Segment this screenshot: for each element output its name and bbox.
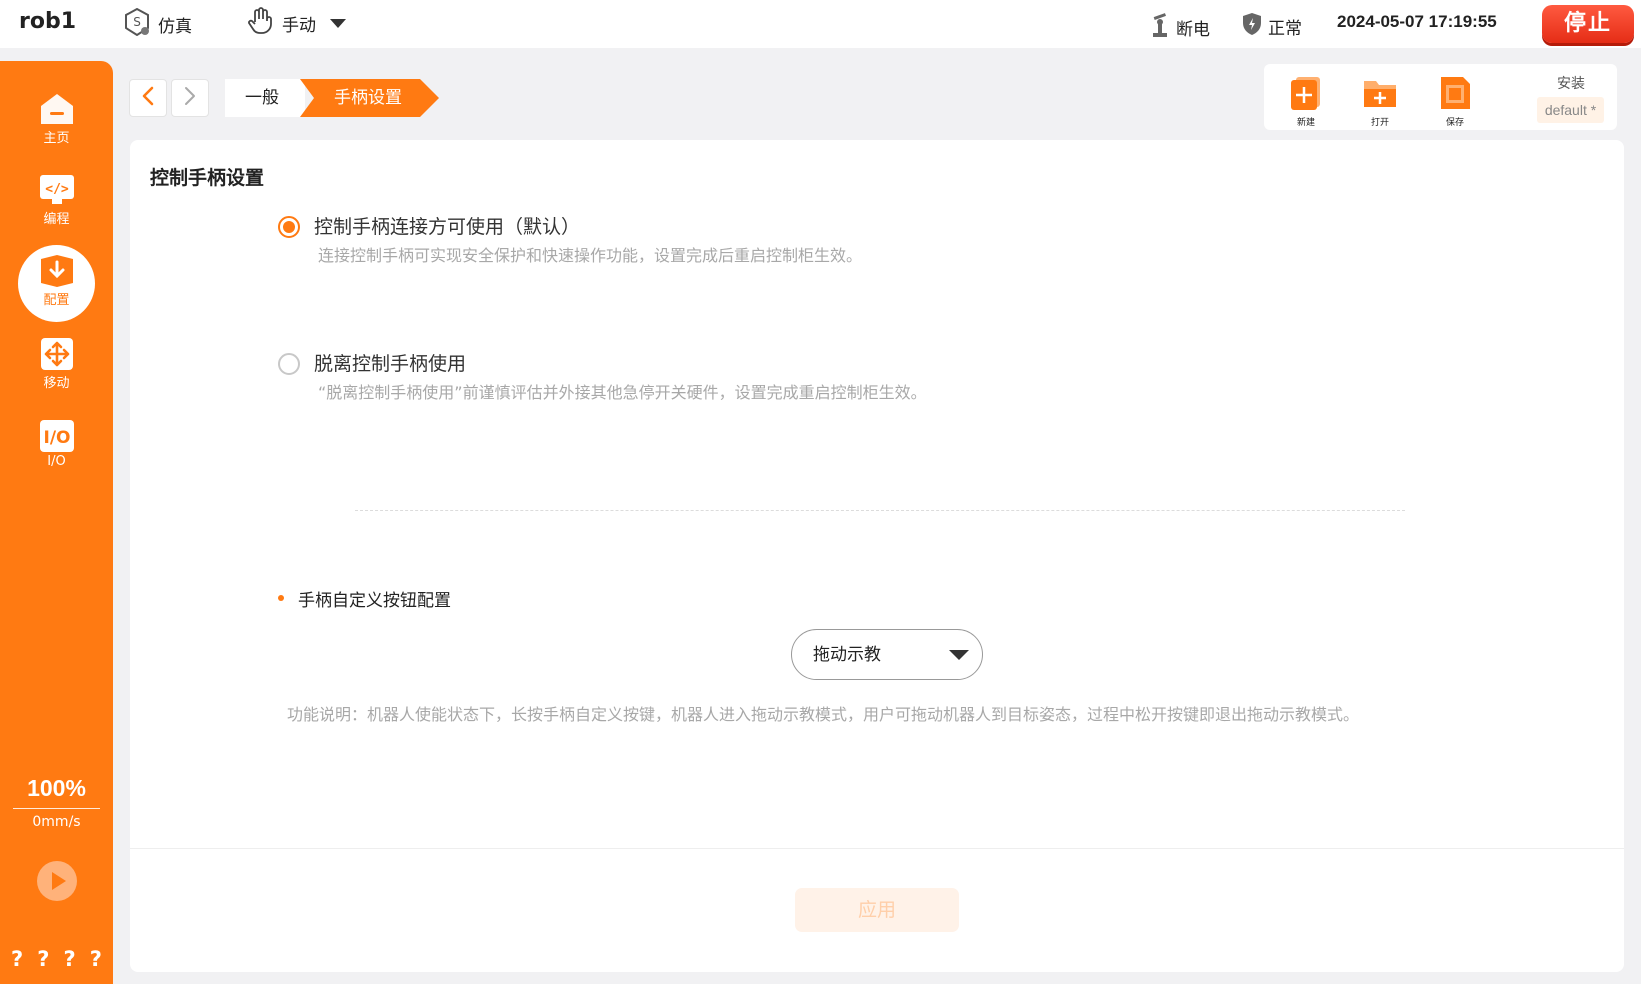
sidebar: 主页 </> 编程 配置 移动 I/O I/O 100% 0mm/s ? ? ?…	[0, 61, 113, 984]
save-file-button[interactable]: 保存	[1430, 74, 1480, 128]
sidebar-item-config[interactable]: 配置	[0, 245, 113, 322]
simulation-icon: S	[124, 7, 150, 40]
io-icon: I/O	[38, 418, 76, 454]
function-description: 功能说明：机器人使能状态下，长按手柄自定义按键，机器人进入拖动示教模式，用户可拖…	[287, 705, 1360, 724]
mode-dropdown[interactable]: 手动	[246, 6, 346, 40]
radio-checked[interactable]	[278, 216, 300, 238]
speed-divider	[13, 808, 100, 809]
open-file-button[interactable]: 打开	[1355, 74, 1405, 128]
sidebar-item-io[interactable]: I/O I/O	[0, 418, 113, 469]
option-description: “脱离控制手柄使用”前谨慎评估并外接其他急停开关硬件，设置完成重启控制柜生效。	[318, 383, 927, 402]
footer-divider	[130, 848, 1624, 849]
sidebar-item-label: 编程	[43, 212, 70, 227]
power-status: 断电	[1150, 12, 1210, 42]
sidebar-item-home[interactable]: 主页	[0, 91, 113, 146]
robot-name: rob1	[19, 9, 77, 34]
sidebar-item-label: 主页	[43, 131, 70, 146]
breadcrumb-general[interactable]: 一般	[225, 79, 305, 117]
sidebar-item-label: 配置	[43, 293, 70, 308]
chevron-down-icon	[330, 18, 346, 28]
unknown-glyph: ?	[63, 947, 76, 971]
svg-text:S: S	[133, 15, 141, 29]
chevron-down-icon	[949, 650, 969, 660]
top-bar: rob1 S 仿真 手动 断电 正常 2024-05-07 17:19:55 停…	[0, 0, 1641, 48]
unknown-glyph: ?	[37, 947, 50, 971]
new-file-label: 新建	[1296, 118, 1315, 128]
breadcrumb-current[interactable]: 手柄设置	[300, 79, 439, 117]
panel-title: 控制手柄设置	[150, 167, 265, 189]
custom-button-select[interactable]: 拖动示教	[791, 629, 983, 680]
svg-text:I/O: I/O	[43, 428, 70, 448]
sidebar-item-label: 移动	[43, 376, 70, 391]
speed-percent[interactable]: 100%	[0, 775, 113, 802]
install-label: 安装	[1557, 76, 1585, 92]
speed-unit: 0mm/s	[32, 814, 81, 830]
simulation-label: 仿真	[158, 16, 192, 37]
safety-status: 正常	[1242, 12, 1302, 40]
chevron-right-icon	[183, 86, 197, 110]
move-icon	[38, 336, 76, 372]
handle-settings-panel: 控制手柄设置 控制手柄连接方可使用（默认） 连接控制手柄可实现安全保护和快速操作…	[130, 140, 1624, 972]
custom-button-section-label: 手柄自定义按钮配置	[298, 591, 451, 611]
folder-open-icon	[1362, 75, 1398, 114]
robot-arm-icon	[1150, 12, 1170, 42]
unknown-glyph: ?	[11, 947, 24, 971]
sidebar-item-move[interactable]: 移动	[0, 336, 113, 391]
code-icon: </>	[38, 172, 76, 208]
hand-icon	[246, 6, 276, 40]
sidebar-item-label: I/O	[47, 454, 66, 469]
new-file-icon	[1288, 75, 1324, 114]
play-button[interactable]	[37, 861, 77, 901]
simulation-indicator[interactable]: S 仿真	[124, 7, 192, 40]
save-file-label: 保存	[1445, 118, 1464, 128]
option-label: 脱离控制手柄使用	[314, 353, 467, 375]
option-label: 控制手柄连接方可使用（默认）	[314, 216, 581, 238]
open-file-label: 打开	[1370, 118, 1389, 128]
sidebar-item-programming[interactable]: </> 编程	[0, 172, 113, 227]
chevron-left-icon	[141, 86, 155, 110]
datetime: 2024-05-07 17:19:55	[1337, 12, 1497, 31]
forward-button[interactable]	[171, 79, 209, 117]
new-file-button[interactable]: 新建	[1281, 74, 1331, 128]
unknown-glyph-row: ? ? ? ?	[0, 947, 113, 971]
safety-status-label: 正常	[1268, 18, 1302, 39]
back-button[interactable]	[129, 79, 167, 117]
play-icon	[52, 872, 66, 890]
unknown-glyph: ?	[89, 947, 102, 971]
svg-text:</>: </>	[45, 182, 69, 197]
option-description: 连接控制手柄可实现安全保护和快速操作功能，设置完成后重启控制柜生效。	[318, 246, 863, 265]
mode-label: 手动	[282, 15, 316, 36]
save-icon	[1437, 75, 1473, 114]
stop-button[interactable]: 停止	[1542, 5, 1634, 43]
shield-icon	[1242, 12, 1262, 40]
breadcrumb-current-label: 手柄设置	[334, 88, 402, 108]
radio-unchecked[interactable]	[278, 353, 300, 375]
custom-button-value: 拖动示教	[813, 645, 881, 665]
bullet-icon	[278, 595, 284, 601]
power-status-label: 断电	[1176, 19, 1210, 40]
config-name-badge[interactable]: default *	[1537, 97, 1604, 123]
section-divider	[355, 510, 1405, 511]
config-icon	[38, 253, 76, 289]
home-icon	[38, 91, 76, 127]
apply-button[interactable]: 应用	[795, 888, 959, 932]
